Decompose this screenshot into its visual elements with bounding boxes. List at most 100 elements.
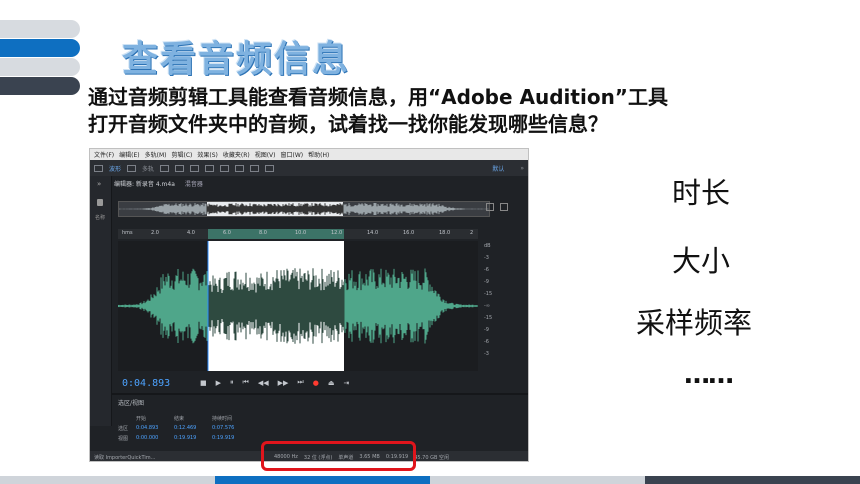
pause-icon[interactable]: ⏸: [230, 378, 234, 387]
info-ellipsis: ……: [684, 360, 734, 390]
db-label: -9: [484, 327, 489, 333]
db-label: -6: [484, 267, 489, 273]
slide-title: 查看音频信息: [122, 39, 351, 80]
play-icon[interactable]: ▶: [216, 379, 221, 387]
selection-start[interactable]: 0:04.893: [136, 425, 174, 431]
brush-icon[interactable]: [265, 164, 275, 172]
menu-window[interactable]: 窗口(W): [281, 150, 304, 159]
row-label: 选区: [118, 425, 129, 432]
view-duration[interactable]: 0:19.919: [212, 435, 252, 441]
table-row: 选区 0:04.893 0:12.469 0:07.576: [118, 423, 252, 433]
ruler-tick: 14.0: [367, 230, 379, 236]
files-name-label: 名称: [95, 215, 106, 221]
spectral-icon[interactable]: [160, 164, 170, 172]
menu-clip[interactable]: 剪辑(C): [171, 150, 192, 159]
table-header-row: 开始 结束 持续时间: [118, 413, 252, 423]
ruler-tick: 10.0: [295, 230, 307, 236]
menu-edit[interactable]: 编辑(E): [119, 150, 139, 159]
info-size: 大小: [672, 244, 731, 278]
multitrack-view-button[interactable]: 多轨: [142, 164, 154, 173]
db-scale: dB -3 -6 -9 -15 -∞ -15 -9 -6 -3: [480, 241, 504, 371]
intro-line-1: 通过音频剪辑工具能查看音频信息，用“Adobe Audition”工具: [88, 85, 668, 109]
menu-help[interactable]: 帮助(H): [308, 150, 329, 159]
selection-end[interactable]: 0:12.469: [174, 425, 212, 431]
menu-bar: 文件(F) 编辑(E) 多轨(M) 剪辑(C) 效果(S) 收藏夹(R) 视图(…: [90, 149, 528, 160]
overview-menu-icon[interactable]: [500, 203, 508, 211]
main-wave-svg: [117, 241, 478, 371]
panel-divider[interactable]: [112, 393, 528, 395]
overview-wave-svg: [119, 202, 489, 216]
go-to-start-icon[interactable]: ⏮: [243, 378, 249, 387]
record-icon[interactable]: ●: [313, 379, 319, 387]
go-to-end-icon[interactable]: ⏭: [297, 378, 303, 387]
editor-tabs: 编辑器: 新录音 4.m4a 混音器: [114, 179, 203, 189]
status-message: 读取 ImporterQuickTim...: [94, 454, 156, 461]
current-time-display: 0:04.893: [122, 378, 171, 389]
info-duration: 时长: [672, 176, 731, 210]
ruler-tick: 8.0: [259, 230, 267, 236]
ruler-tick: 6.0: [223, 230, 231, 236]
panel-collapse-icon[interactable]: »: [97, 180, 101, 188]
overview-controls: [486, 203, 508, 211]
column-header: 开始: [136, 415, 147, 422]
rewind-icon[interactable]: ◀◀: [258, 379, 269, 387]
waveform-view-button[interactable]: 波形: [109, 164, 121, 173]
workspace-default-button[interactable]: 默认: [492, 164, 504, 173]
transport-controls: ■ ▶ ⏸ ⏮ ◀◀ ▶▶ ⏭ ● ⏏ ⇥: [200, 378, 349, 387]
ruler-tick: 2.0: [151, 230, 159, 236]
stop-icon[interactable]: ■: [200, 379, 207, 387]
loop-icon[interactable]: ⏏: [328, 379, 335, 387]
razor-tool-icon[interactable]: [205, 164, 215, 172]
marquee-icon[interactable]: [235, 164, 245, 172]
toolbar: 波形 多轨 默认 »: [90, 160, 528, 176]
view-end[interactable]: 0:19.919: [174, 435, 212, 441]
menu-effects[interactable]: 效果(S): [197, 150, 218, 159]
db-label: dB: [484, 243, 491, 249]
move-tool-icon[interactable]: [190, 164, 200, 172]
selection-view-table: 开始 结束 持续时间 选区 0:04.893 0:12.469 0:07.576…: [118, 413, 252, 443]
db-label: -3: [484, 255, 489, 261]
pitch-icon[interactable]: [175, 164, 185, 172]
db-label: -15: [484, 315, 493, 321]
time-selection-icon[interactable]: [220, 164, 230, 172]
waveform-editor[interactable]: [117, 241, 478, 371]
skip-icon[interactable]: ⇥: [343, 379, 349, 387]
db-label: -3: [484, 351, 489, 357]
tab-mixer[interactable]: 混音器: [185, 179, 203, 189]
db-label: -15: [484, 291, 493, 297]
waveform-view-icon[interactable]: [94, 164, 103, 172]
pin-icon[interactable]: [97, 199, 103, 206]
db-label: -9: [484, 279, 489, 285]
menu-view[interactable]: 视图(V): [255, 150, 276, 159]
ruler-tick: 4.0: [187, 230, 195, 236]
ruler-tick: 16.0: [403, 230, 415, 236]
intro-line-2: 打开音频文件夹中的音频，试着找一找你能发现哪些信息？: [88, 112, 608, 136]
time-ruler[interactable]: hms 2.0 4.0 6.0 8.0 10.0 12.0 14.0 16.0 …: [118, 229, 478, 239]
overview-waveform[interactable]: [118, 201, 490, 217]
decor-bar: [0, 77, 80, 95]
decor-bar: [0, 58, 80, 76]
bottom-decor-bar: [0, 476, 860, 484]
menu-multitrack[interactable]: 多轨(M): [145, 150, 167, 159]
free-space: 45.70 GB 空闲: [414, 454, 450, 461]
menu-favorites[interactable]: 收藏夹(R): [223, 150, 250, 159]
selection-view-title: 选区/视图: [118, 400, 145, 407]
column-header: 结束: [174, 415, 185, 422]
db-label: -6: [484, 339, 489, 345]
fast-forward-icon[interactable]: ▶▶: [278, 379, 289, 387]
tab-editor[interactable]: 编辑器: 新录音 4.m4a: [114, 179, 175, 189]
decor-bar: [0, 39, 80, 57]
multitrack-view-icon[interactable]: [127, 164, 137, 172]
ruler-tick: 12.0: [331, 230, 343, 236]
lasso-icon[interactable]: [250, 164, 260, 172]
ruler-tick: 2: [470, 230, 474, 236]
view-start[interactable]: 0:00.000: [136, 435, 174, 441]
ruler-unit-label: hms: [122, 230, 133, 236]
zoom-fit-icon[interactable]: [486, 203, 494, 211]
ruler-tick: 18.0: [439, 230, 451, 236]
workspace-more-button[interactable]: »: [520, 165, 524, 172]
highlight-box: [261, 441, 416, 471]
selection-duration[interactable]: 0:07.576: [212, 425, 252, 431]
menu-file[interactable]: 文件(F): [94, 150, 114, 159]
decor-bar: [0, 20, 80, 38]
